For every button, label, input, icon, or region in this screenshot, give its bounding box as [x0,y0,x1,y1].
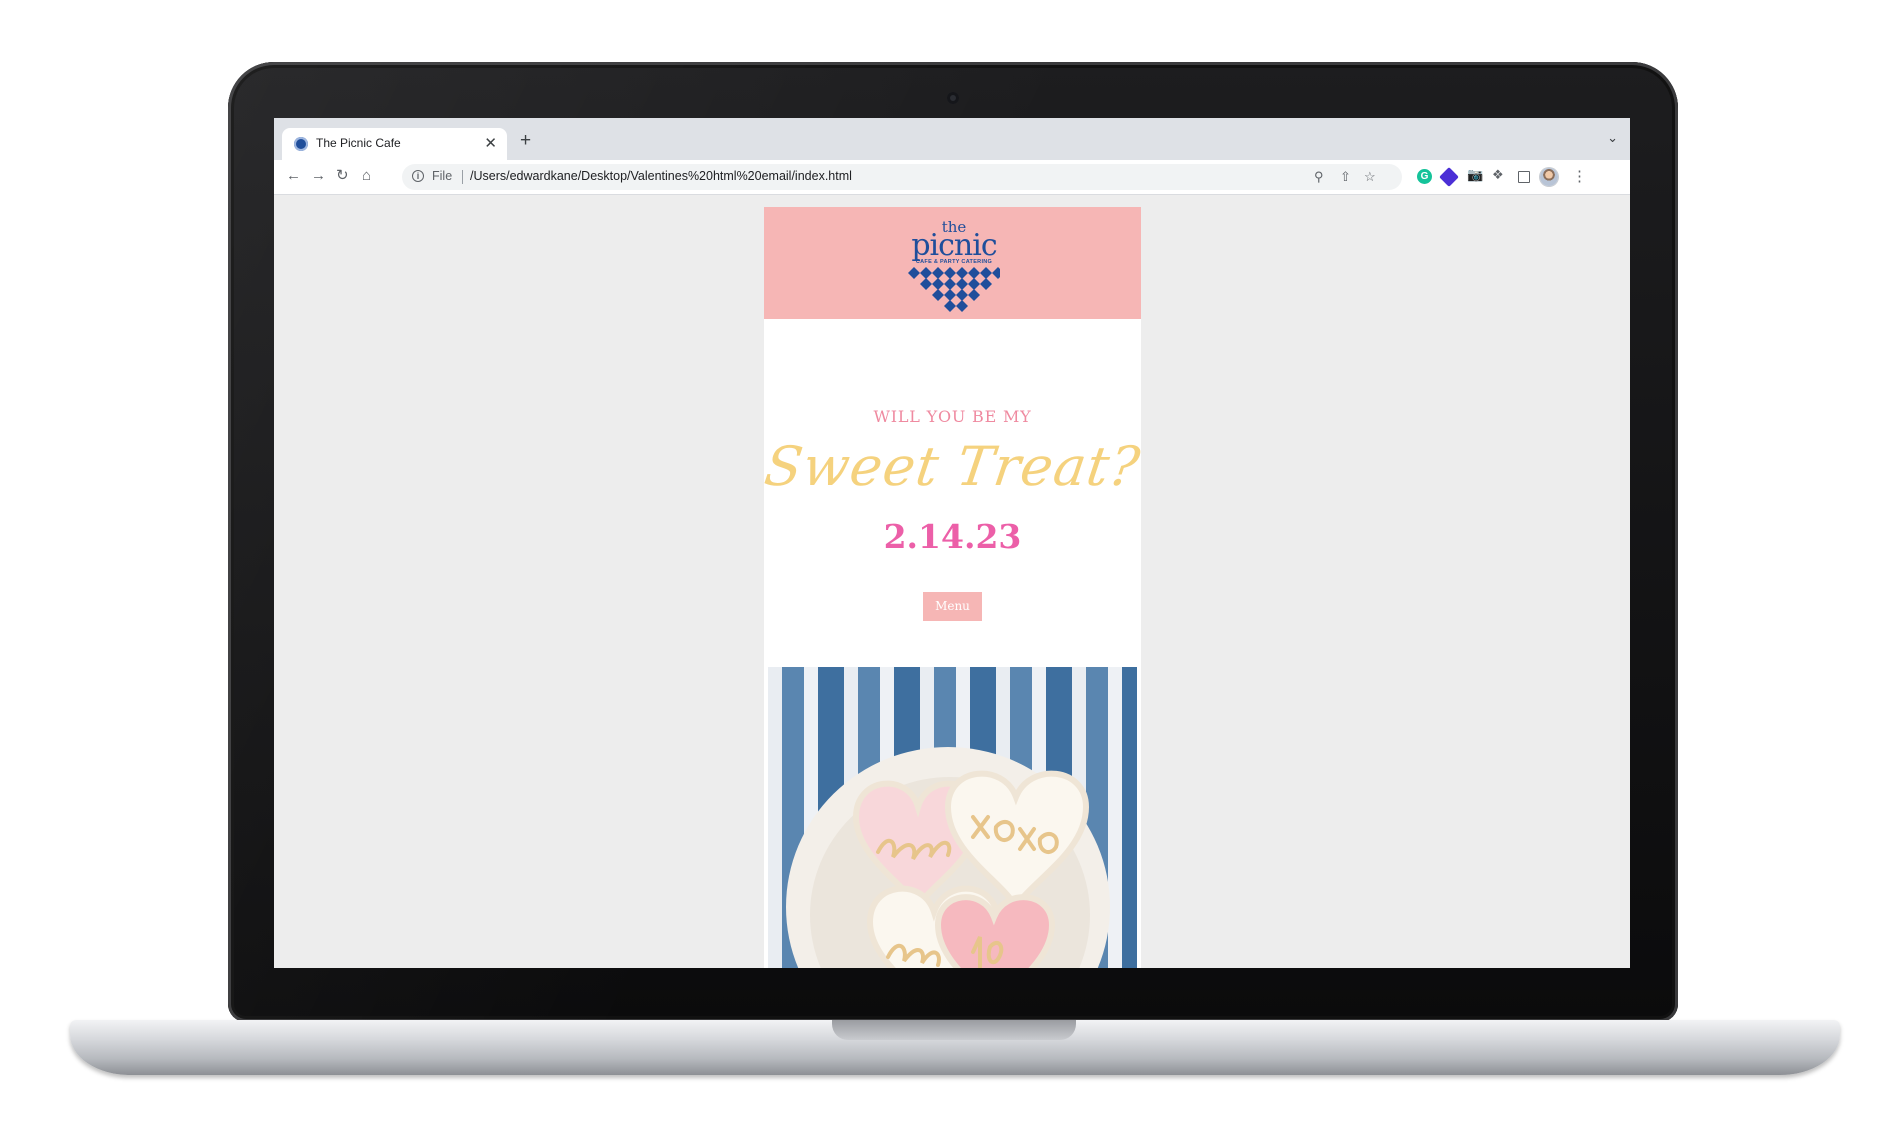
invite-line: WILL YOU BE MY [873,407,1032,426]
home-icon[interactable]: ⌂ [362,167,371,185]
forward-arrow-icon[interactable]: → [311,167,326,185]
webcam-icon [947,92,959,104]
puzzle-icon[interactable]: ❖ [1492,167,1504,183]
info-icon[interactable]: i [412,170,424,182]
picnic-logo[interactable]: the picnic CAFE & PARTY CATERING [904,219,1004,315]
avatar[interactable] [1540,168,1558,186]
address-bar[interactable]: i File /Users/edwardkane/Desktop/Valenti… [402,164,1402,190]
browser-window: The Picnic Cafe ✕ + ⌄ ← → ↻ ⌂ i File /Us… [274,118,1630,968]
url-scheme: File [432,169,453,183]
zoom-icon[interactable]: ⚲ [1314,169,1324,185]
tab-title: The Picnic Cafe [316,136,401,150]
email-container: the picnic CAFE & PARTY CATERING WILL YO… [761,207,1144,968]
logo-wordmark: picnic [911,228,997,263]
share-icon[interactable]: ⇧ [1340,169,1351,185]
headline: Sweet Treat? [760,435,1145,498]
grammarly-icon[interactable]: G [1417,169,1432,184]
cookies-photo [768,667,1137,968]
tab-strip: The Picnic Cafe ✕ + ⌄ [274,118,1630,160]
back-arrow-icon[interactable]: ← [286,167,301,185]
camera-icon[interactable]: 📷 [1467,167,1483,183]
menu-button[interactable]: Menu [923,592,982,621]
favicon-icon [294,137,308,151]
url-separator [462,170,463,184]
browser-toolbar: ← → ↻ ⌂ i File /Users/edwardkane/Desktop… [274,160,1630,195]
heart-cookies-illustration [786,747,1110,968]
close-tab-icon[interactable]: ✕ [484,134,497,152]
tab-search-icon[interactable]: ⌄ [1607,130,1618,146]
email-header: the picnic CAFE & PARTY CATERING [764,207,1141,319]
logo-tagline: CAFE & PARTY CATERING [915,259,993,265]
new-tab-button[interactable]: + [520,130,531,152]
url-text[interactable]: /Users/edwardkane/Desktop/Valentines%20h… [470,169,852,183]
bookmark-star-icon[interactable]: ☆ [1364,169,1376,185]
laptop-notch [832,1020,1076,1040]
event-date: 2.14.23 [883,517,1022,556]
reload-icon[interactable]: ↻ [336,167,349,185]
side-panel-icon[interactable] [1518,171,1530,183]
tab-the-picnic-cafe[interactable]: The Picnic Cafe ✕ [282,128,507,160]
checkered-diamond-icon [908,267,1000,312]
page-viewport: the picnic CAFE & PARTY CATERING WILL YO… [274,195,1630,968]
kebab-menu-icon[interactable]: ⋮ [1572,167,1587,185]
extension-icon[interactable] [1439,167,1459,187]
